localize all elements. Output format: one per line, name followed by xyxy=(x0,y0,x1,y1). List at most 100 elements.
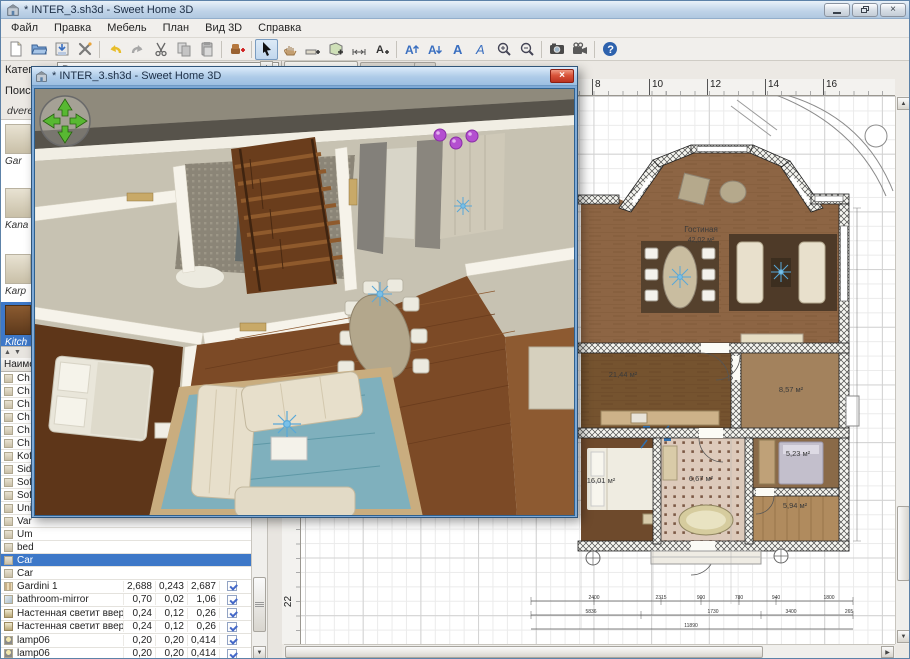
plan-vertical-scrollbar[interactable]: ▲ ▼ xyxy=(895,96,910,644)
app-icon xyxy=(6,3,20,17)
visible-checkbox[interactable] xyxy=(227,595,237,605)
svg-text:3400: 3400 xyxy=(785,609,796,615)
open-button[interactable] xyxy=(27,39,50,60)
svg-text:21,44 м²: 21,44 м² xyxy=(609,370,638,379)
viewer3d-title: * INTER_3.sh3d - Sweet Home 3D xyxy=(52,70,550,82)
new-button[interactable] xyxy=(4,39,27,60)
minimize-button[interactable] xyxy=(824,3,850,17)
navigation-compass-icon xyxy=(40,96,90,146)
menu-item[interactable]: Вид 3D xyxy=(197,20,250,36)
table-row[interactable]: Car xyxy=(1,554,266,567)
create-walls-button[interactable] xyxy=(301,39,324,60)
furniture-icon xyxy=(4,556,13,565)
redo-button[interactable] xyxy=(126,39,149,60)
restore-button[interactable] xyxy=(852,3,878,17)
scrollbar-thumb[interactable] xyxy=(897,506,910,581)
paste-button[interactable] xyxy=(195,39,218,60)
viewer3d-window[interactable]: * INTER_3.sh3d - Sweet Home 3D × xyxy=(31,66,578,518)
svg-text:16,01 м²: 16,01 м² xyxy=(587,476,616,485)
scissors-icon xyxy=(153,41,169,57)
menu-item[interactable]: Мебель xyxy=(99,20,154,36)
table-row[interactable]: lamp06 0,20 0,20 0,414 xyxy=(1,634,266,648)
view3d-canvas[interactable] xyxy=(34,88,575,516)
italic-button[interactable] xyxy=(469,39,492,60)
table-row[interactable]: Настенная светит вверх 0,24 0,12 0,26 xyxy=(1,621,266,635)
svg-text:11890: 11890 xyxy=(684,623,698,629)
scrollbar-thumb[interactable] xyxy=(253,577,266,632)
close-button[interactable]: × xyxy=(880,3,906,17)
create-text-button[interactable] xyxy=(370,39,393,60)
svg-text:940: 940 xyxy=(772,595,781,601)
help-button[interactable] xyxy=(598,39,621,60)
menu-item[interactable]: Справка xyxy=(250,20,309,36)
new-document-icon xyxy=(8,41,24,57)
bold-button[interactable] xyxy=(446,39,469,60)
table-row[interactable]: Um xyxy=(1,528,266,541)
viewer3d-title-bar[interactable]: * INTER_3.sh3d - Sweet Home 3D × xyxy=(32,67,577,86)
copy-icon xyxy=(176,41,192,57)
scrollbar-thumb[interactable] xyxy=(285,646,763,658)
title-bar[interactable]: * INTER_3.sh3d - Sweet Home 3D × xyxy=(1,1,909,19)
svg-text:42,02 м²: 42,02 м² xyxy=(688,237,715,244)
zoom-out-button[interactable] xyxy=(515,39,538,60)
furniture-icon xyxy=(4,387,13,396)
create-video-button[interactable] xyxy=(568,39,591,60)
create-rooms-button[interactable] xyxy=(324,39,347,60)
visible-checkbox[interactable] xyxy=(227,608,237,618)
add-furniture-icon xyxy=(229,41,245,57)
undo-button[interactable] xyxy=(103,39,126,60)
visible-checkbox[interactable] xyxy=(227,622,237,632)
pan-tool-button[interactable] xyxy=(278,39,301,60)
italic-icon xyxy=(473,41,489,57)
decrease-text-size-button[interactable] xyxy=(423,39,446,60)
add-furniture-button[interactable] xyxy=(225,39,248,60)
catalog-item-thumbnail xyxy=(5,254,31,284)
scroll-right-arrow[interactable]: ▶ xyxy=(881,646,894,658)
font-down-icon xyxy=(427,41,443,57)
hand-icon xyxy=(282,41,298,57)
table-row[interactable]: bathroom-mirror 0,70 0,02 1,06 xyxy=(1,594,266,608)
create-photo-button[interactable] xyxy=(545,39,568,60)
save-button[interactable] xyxy=(50,39,73,60)
scroll-down-arrow[interactable]: ▼ xyxy=(897,630,910,643)
scroll-down-arrow[interactable]: ▼ xyxy=(253,646,266,659)
catalog-item-thumbnail xyxy=(5,188,31,218)
svg-text:5,23 м²: 5,23 м² xyxy=(786,449,811,458)
scroll-up-arrow[interactable]: ▲ xyxy=(897,97,910,110)
menu-item[interactable]: Файл xyxy=(3,20,46,36)
visible-checkbox[interactable] xyxy=(227,581,237,591)
furniture-icon xyxy=(4,491,13,500)
furniture-icon xyxy=(4,530,13,539)
preferences-button[interactable] xyxy=(73,39,96,60)
select-tool-button[interactable] xyxy=(255,39,278,60)
table-row[interactable]: Gardini 1 2,688 0,243 2,687 xyxy=(1,580,266,594)
menu-item[interactable]: Правка xyxy=(46,20,99,36)
menu-item[interactable]: План xyxy=(155,20,198,36)
plan-dimension-labels: 2400 2315 900 780 940 1800 5836 1730 340… xyxy=(585,595,853,629)
redo-icon xyxy=(130,41,146,57)
plan-horizontal-scrollbar[interactable]: ▶ xyxy=(284,644,895,659)
furniture-icon xyxy=(4,374,13,383)
table-row[interactable]: lamp06 0,20 0,20 0,414 xyxy=(1,648,266,659)
copy-button[interactable] xyxy=(172,39,195,60)
furniture-icon xyxy=(4,649,13,658)
video-camera-icon xyxy=(572,41,588,57)
table-row[interactable]: Car xyxy=(1,567,266,580)
zoom-in-button[interactable] xyxy=(492,39,515,60)
increase-text-size-button[interactable] xyxy=(400,39,423,60)
viewer3d-close-button[interactable]: × xyxy=(550,69,574,83)
svg-text:2315: 2315 xyxy=(655,595,666,601)
cut-button[interactable] xyxy=(149,39,172,60)
furniture-icon xyxy=(4,400,13,409)
table-row[interactable]: bed xyxy=(1,541,266,554)
ruler-tick: 12 xyxy=(707,79,721,96)
zoom-in-icon xyxy=(496,41,512,57)
svg-text:5,94 м²: 5,94 м² xyxy=(783,501,808,510)
visible-checkbox[interactable] xyxy=(227,649,237,659)
create-dimensions-button[interactable] xyxy=(347,39,370,60)
svg-text:6,67 м²: 6,67 м² xyxy=(689,474,714,483)
svg-text:1800: 1800 xyxy=(823,595,834,601)
font-up-icon xyxy=(404,41,420,57)
table-row[interactable]: Настенная светит вверх 0,24 0,12 0,26 xyxy=(1,607,266,621)
visible-checkbox[interactable] xyxy=(227,635,237,645)
